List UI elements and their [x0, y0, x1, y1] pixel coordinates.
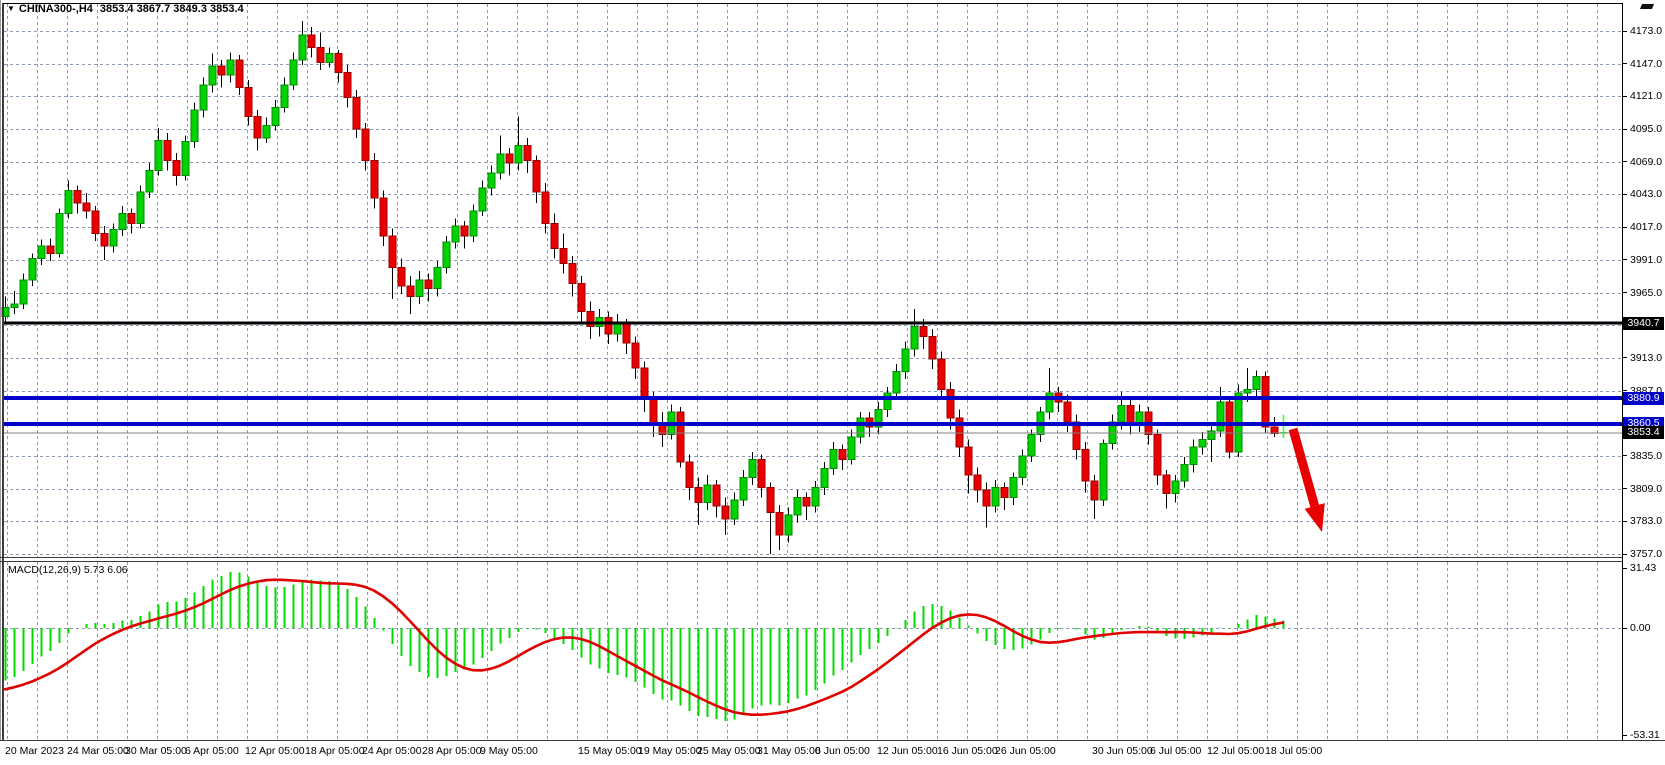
- chart-left-border: [2, 3, 4, 741]
- price-axis-separator: [1622, 3, 1623, 741]
- price-axis-tick: [1622, 292, 1627, 293]
- date-label: 12 Jun 05:00: [877, 745, 938, 757]
- price-axis-label: 4095.0: [1630, 123, 1662, 135]
- price-axis-label: 3913.0: [1630, 352, 1662, 364]
- price-axis-label: 4069.0: [1630, 156, 1662, 168]
- macd-indicator-label: MACD(12,26,9) 5.73 6.06: [8, 564, 128, 576]
- macd-axis-tick: [1622, 628, 1627, 629]
- date-label: 28 Apr 05:00: [422, 745, 482, 757]
- date-label: 9 May 05:00: [480, 745, 538, 757]
- price-axis-label: 3991.0: [1630, 254, 1662, 266]
- macd-axis-tick: [1622, 568, 1627, 569]
- price-badge: 3853.4: [1623, 426, 1664, 439]
- price-chart-canvas[interactable]: [0, 0, 1665, 765]
- date-label: 12 Jul 05:00: [1207, 745, 1264, 757]
- price-badge: 3880.9: [1623, 392, 1664, 405]
- price-axis-label: 4173.0: [1630, 25, 1662, 37]
- ohlc-values: 3853.4 3867.7 3849.3 3853.4: [100, 3, 244, 15]
- date-label: 15 May 05:00: [578, 745, 642, 757]
- price-axis-label: 3783.0: [1630, 515, 1662, 527]
- date-label: 24 Mar 05:00: [67, 745, 129, 757]
- date-label: 6 Jun 05:00: [815, 745, 870, 757]
- macd-axis-label: 0.00: [1630, 622, 1650, 634]
- price-axis-tick: [1622, 554, 1627, 555]
- price-axis-tick: [1622, 129, 1627, 130]
- date-label: 18 Jul 05:00: [1265, 745, 1322, 757]
- time-axis-separator: [0, 740, 1665, 741]
- price-axis-tick: [1622, 31, 1627, 32]
- price-axis-label: 4147.0: [1630, 58, 1662, 70]
- price-axis-tick: [1622, 227, 1627, 228]
- date-label: 26 Jun 05:00: [995, 745, 1056, 757]
- price-axis-tick: [1622, 96, 1627, 97]
- chart-title: ▼ CHINA300-,H4 3853.4 3867.7 3849.3 3853.4: [7, 3, 244, 15]
- chart-corner-marker-icon: [1640, 4, 1654, 9]
- price-axis-label: 3809.0: [1630, 483, 1662, 495]
- price-axis-tick: [1622, 259, 1627, 260]
- macd-axis-tick: [1622, 735, 1627, 736]
- price-axis-tick: [1622, 194, 1627, 195]
- window-left-edge: [0, 0, 1, 741]
- price-axis-label: 4121.0: [1630, 90, 1662, 102]
- symbol-period-label: CHINA300-,H4: [19, 3, 93, 15]
- price-axis-tick: [1622, 455, 1627, 456]
- date-label: 6 Jul 05:00: [1150, 745, 1201, 757]
- price-axis-tick: [1622, 488, 1627, 489]
- price-axis-label: 3757.0: [1630, 548, 1662, 560]
- price-axis-tick: [1622, 521, 1627, 522]
- symbol-dropdown-icon[interactable]: ▼: [7, 4, 15, 13]
- chart-window: ▼ CHINA300-,H4 3853.4 3867.7 3849.3 3853.4…: [0, 0, 1665, 765]
- pane-separator-upper[interactable]: [0, 557, 1622, 558]
- date-label: 24 Apr 05:00: [362, 745, 422, 757]
- date-label: 30 Jun 05:00: [1092, 745, 1153, 757]
- price-axis-label: 3835.0: [1630, 450, 1662, 462]
- date-label: 16 Jun 05:00: [937, 745, 998, 757]
- date-label: 25 May 05:00: [697, 745, 761, 757]
- date-label: 19 May 05:00: [638, 745, 702, 757]
- date-label: 30 Mar 05:00: [125, 745, 187, 757]
- date-label: 6 Apr 05:00: [185, 745, 239, 757]
- pane-separator-lower[interactable]: [0, 561, 1622, 562]
- date-label: 31 May 05:00: [757, 745, 821, 757]
- price-axis-tick: [1622, 161, 1627, 162]
- date-label: 18 Apr 05:00: [305, 745, 365, 757]
- price-axis-label: 3965.0: [1630, 287, 1662, 299]
- macd-axis-label: 31.43: [1630, 562, 1656, 574]
- macd-axis-label: -53.31: [1630, 729, 1660, 741]
- date-label: 20 Mar 2023: [5, 745, 64, 757]
- price-axis-label: 4043.0: [1630, 188, 1662, 200]
- price-axis-tick: [1622, 63, 1627, 64]
- date-label: 12 Apr 05:00: [245, 745, 305, 757]
- price-badge: 3940.7: [1623, 317, 1664, 330]
- price-axis-label: 4017.0: [1630, 221, 1662, 233]
- chart-top-border: [3, 3, 1622, 4]
- price-axis-tick: [1622, 357, 1627, 358]
